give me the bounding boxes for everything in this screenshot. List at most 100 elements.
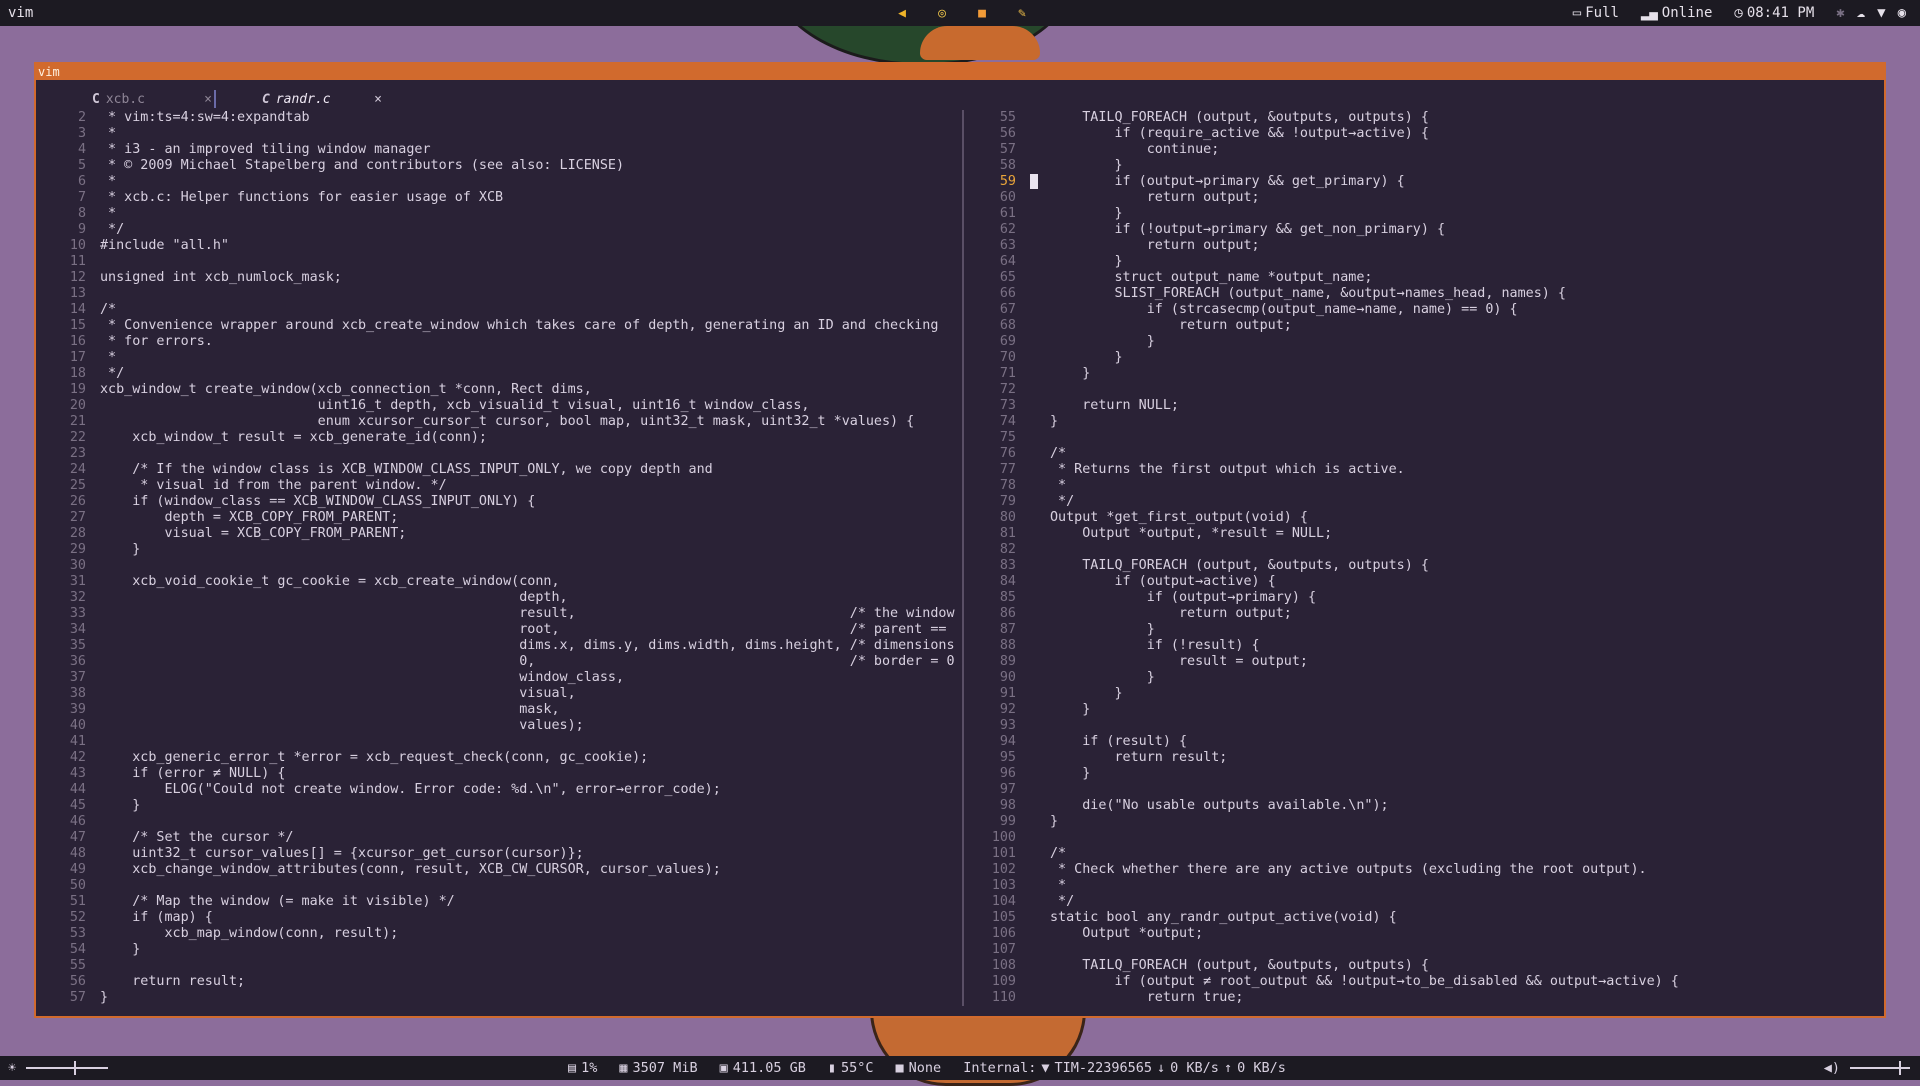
- battery-status[interactable]: ▭ Full: [1573, 5, 1619, 21]
- code-line[interactable]: 80 Output *get_first_output(void) {: [964, 510, 1886, 526]
- code-line[interactable]: 22 xcb_window_t result = xcb_generate_id…: [36, 430, 962, 446]
- code-line[interactable]: 17 *: [36, 350, 962, 366]
- slider-knob[interactable]: [1899, 1061, 1902, 1075]
- code-line[interactable]: 56 return result;: [36, 974, 962, 990]
- slider-knob[interactable]: [74, 1061, 77, 1075]
- network-info[interactable]: Internal: ▼ TIM-22396565 ↓ 0 KB/s ↑ 0 KB…: [963, 1060, 1286, 1076]
- code-line[interactable]: 59 if (output→primary && get_primary) {: [964, 174, 1886, 190]
- code-line[interactable]: 71 }: [964, 366, 1886, 382]
- code-line[interactable]: 79 */: [964, 494, 1886, 510]
- code-line[interactable]: 95 return result;: [964, 750, 1886, 766]
- code-line[interactable]: 27 depth = XCB_COPY_FROM_PARENT;: [36, 510, 962, 526]
- code-line[interactable]: 28 visual = XCB_COPY_FROM_PARENT;: [36, 526, 962, 542]
- code-line[interactable]: 14 /*: [36, 302, 962, 318]
- code-line[interactable]: 57}: [36, 990, 962, 1006]
- code-line[interactable]: 8 *: [36, 206, 962, 222]
- bluetooth-icon[interactable]: ✱: [1836, 5, 1844, 21]
- code-line[interactable]: 104 */: [964, 894, 1886, 910]
- code-line[interactable]: 24 /* If the window class is XCB_WINDOW_…: [36, 462, 962, 478]
- temperature[interactable]: ▮ 55°C: [828, 1060, 874, 1076]
- code-line[interactable]: 40 values);: [36, 718, 962, 734]
- volume-slider[interactable]: [1850, 1061, 1910, 1075]
- code-line[interactable]: 110 return true;: [964, 990, 1886, 1006]
- code-line[interactable]: 93: [964, 718, 1886, 734]
- code-line[interactable]: 34 root, /* parent ==: [36, 622, 962, 638]
- code-line[interactable]: 12 unsigned int xcb_numlock_mask;: [36, 270, 962, 286]
- code-line[interactable]: 13: [36, 286, 962, 302]
- code-line[interactable]: 89 result = output;: [964, 654, 1886, 670]
- code-line[interactable]: 60 return output;: [964, 190, 1886, 206]
- code-line[interactable]: 109 if (output ≠ root_output && !output→…: [964, 974, 1886, 990]
- code-line[interactable]: 6 *: [36, 174, 962, 190]
- discord-icon[interactable]: ◉: [1898, 5, 1906, 21]
- code-line[interactable]: 63 return output;: [964, 238, 1886, 254]
- code-line[interactable]: 73 return NULL;: [964, 398, 1886, 414]
- code-line[interactable]: 74}: [964, 414, 1886, 430]
- workspace-name[interactable]: vim: [8, 5, 33, 21]
- code-line[interactable]: 45 }: [36, 798, 962, 814]
- code-line[interactable]: 62 if (!output→primary && get_non_primar…: [964, 222, 1886, 238]
- volume-icon[interactable]: ◀): [1824, 1060, 1840, 1076]
- code-line[interactable]: 35 dims.x, dims.y, dims.width, dims.heig…: [36, 638, 962, 654]
- code-line[interactable]: 43 if (error ≠ NULL) {: [36, 766, 962, 782]
- code-line[interactable]: 108 TAILQ_FOREACH (output, &outputs, out…: [964, 958, 1886, 974]
- code-line[interactable]: 9 */: [36, 222, 962, 238]
- code-line[interactable]: 102 * Check whether there are any active…: [964, 862, 1886, 878]
- code-line[interactable]: 103 *: [964, 878, 1886, 894]
- tab-close-icon[interactable]: ×: [204, 90, 212, 110]
- code-line[interactable]: 26 if (window_class == XCB_WINDOW_CLASS_…: [36, 494, 962, 510]
- code-line[interactable]: 10 #include "all.h": [36, 238, 962, 254]
- brightness-slider[interactable]: [26, 1061, 109, 1075]
- code-line[interactable]: 101 /*: [964, 846, 1886, 862]
- tab-xcb[interactable]: Cxcb.c ×: [92, 90, 212, 110]
- code-line[interactable]: 75: [964, 430, 1886, 446]
- code-line[interactable]: 31 xcb_void_cookie_t gc_cookie = xcb_cre…: [36, 574, 962, 590]
- code-line[interactable]: 87 }: [964, 622, 1886, 638]
- code-line[interactable]: 20 uint16_t depth, xcb_visualid_t visual…: [36, 398, 962, 414]
- code-line[interactable]: 3 *: [36, 126, 962, 142]
- wifi-icon[interactable]: ▼: [1877, 5, 1885, 21]
- code-line[interactable]: 107: [964, 942, 1886, 958]
- code-line[interactable]: 32 depth,: [36, 590, 962, 606]
- code-line[interactable]: 70 }: [964, 350, 1886, 366]
- code-line[interactable]: 29 }: [36, 542, 962, 558]
- code-line[interactable]: 85 if (output→primary) {: [964, 590, 1886, 606]
- browser-globe-icon[interactable]: ◎: [933, 4, 951, 22]
- code-line[interactable]: 16 * for errors.: [36, 334, 962, 350]
- memory-usage[interactable]: ▦ 3507 MiB: [619, 1060, 697, 1076]
- code-line[interactable]: 72: [964, 382, 1886, 398]
- code-line[interactable]: 36 0, /* border = 0: [36, 654, 962, 670]
- code-line[interactable]: 76 /*: [964, 446, 1886, 462]
- code-line[interactable]: 53 xcb_map_window(conn, result);: [36, 926, 962, 942]
- code-line[interactable]: 68 return output;: [964, 318, 1886, 334]
- code-line[interactable]: 51 /* Map the window (= make it visible)…: [36, 894, 962, 910]
- editor-pane-left[interactable]: 2 * vim:ts=4:sw=4:expandtab 3 * 4 * i3 - a…: [36, 110, 962, 1006]
- code-line[interactable]: 7 * xcb.c: Helper functions for easier u…: [36, 190, 962, 206]
- code-line[interactable]: 15 * Convenience wrapper around xcb_crea…: [36, 318, 962, 334]
- code-line[interactable]: 78 *: [964, 478, 1886, 494]
- code-line[interactable]: 81 Output *output, *result = NULL;: [964, 526, 1886, 542]
- cloud-icon[interactable]: ☁: [1857, 5, 1865, 21]
- code-line[interactable]: 42 xcb_generic_error_t *error = xcb_requ…: [36, 750, 962, 766]
- code-line[interactable]: 64 }: [964, 254, 1886, 270]
- code-line[interactable]: 4 * i3 - an improved tiling window manag…: [36, 142, 962, 158]
- code-line[interactable]: 18 */: [36, 366, 962, 382]
- code-line[interactable]: 25 * visual id from the parent window. *…: [36, 478, 962, 494]
- code-line[interactable]: 37 window_class,: [36, 670, 962, 686]
- code-line[interactable]: 69 }: [964, 334, 1886, 350]
- code-line[interactable]: 96 }: [964, 766, 1886, 782]
- vscode-icon[interactable]: ◀: [893, 4, 911, 22]
- code-line[interactable]: 77 * Returns the first output which is a…: [964, 462, 1886, 478]
- code-line[interactable]: 2 * vim:ts=4:sw=4:expandtab: [36, 110, 962, 126]
- code-line[interactable]: 38 visual,: [36, 686, 962, 702]
- code-line[interactable]: 98 die("No usable outputs available.\n")…: [964, 798, 1886, 814]
- folder-icon[interactable]: ■: [973, 4, 991, 22]
- code-line[interactable]: 23: [36, 446, 962, 462]
- code-line[interactable]: 82: [964, 542, 1886, 558]
- code-line[interactable]: 46: [36, 814, 962, 830]
- code-line[interactable]: 88 if (!result) {: [964, 638, 1886, 654]
- code-line[interactable]: 52 if (map) {: [36, 910, 962, 926]
- code-line[interactable]: 57 continue;: [964, 142, 1886, 158]
- cpu-usage[interactable]: ▤ 1%: [568, 1060, 597, 1076]
- tab-randr[interactable]: Crandr.c ×: [262, 90, 382, 110]
